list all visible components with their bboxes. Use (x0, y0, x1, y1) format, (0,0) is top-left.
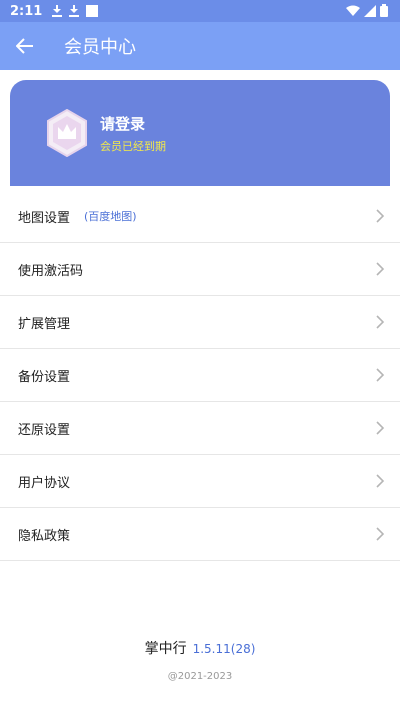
chevron-right-icon (376, 262, 385, 276)
page-title: 会员中心 (64, 37, 136, 58)
chevron-right-icon (376, 474, 385, 488)
membership-status: 会员已经到期 (100, 139, 166, 153)
app-version: 1.5.11(28) (192, 642, 256, 656)
app-bar: 会员中心 (0, 22, 400, 70)
menu-item-user-agreement[interactable]: 用户协议 (0, 455, 400, 508)
map-provider-hint: (百度地图) (84, 210, 137, 223)
download-icon (52, 5, 63, 17)
status-icons (346, 4, 388, 17)
arrow-left-icon (16, 38, 33, 54)
menu-item-backup[interactable]: 备份设置 (0, 349, 400, 402)
menu-item-label: 使用激活码 (18, 263, 84, 279)
menu-item-label: 隐私政策 (18, 528, 71, 544)
menu-item-map-settings[interactable]: 地图设置 (百度地图) (0, 190, 400, 243)
notification-icon (86, 5, 99, 17)
member-info: 请登录 会员已经到期 (100, 113, 166, 154)
login-title[interactable]: 请登录 (100, 113, 166, 134)
copyright: @2021-2023 (167, 671, 233, 682)
chevron-right-icon (376, 315, 385, 329)
crown-icon (47, 109, 87, 157)
settings-menu: 地图设置 (百度地图) 使用激活码 扩展管理 备份设置 还原设置 用户协议 隐私… (0, 190, 400, 561)
chevron-right-icon (376, 421, 385, 435)
member-card[interactable]: 请登录 会员已经到期 (10, 80, 390, 186)
status-bar: 2:11 (0, 0, 400, 22)
back-button[interactable] (0, 22, 50, 70)
chevron-right-icon (376, 209, 385, 223)
app-name: 掌中行 (144, 641, 187, 657)
chevron-right-icon (376, 527, 385, 541)
menu-item-restore[interactable]: 还原设置 (0, 402, 400, 455)
menu-item-label: 备份设置 (18, 369, 71, 385)
menu-item-label: 扩展管理 (18, 316, 71, 332)
menu-item-label: 还原设置 (18, 422, 71, 438)
chevron-right-icon (376, 368, 385, 382)
menu-item-label: 地图设置 (18, 210, 71, 226)
menu-item-extensions[interactable]: 扩展管理 (0, 296, 400, 349)
battery-icon (380, 4, 388, 17)
app-info: 掌中行 1.5.11(28) (0, 638, 400, 658)
wifi-icon (346, 5, 360, 16)
menu-item-privacy-policy[interactable]: 隐私政策 (0, 508, 400, 561)
download-icon (69, 5, 80, 17)
status-time: 2:11 (10, 3, 43, 19)
signal-icon (364, 4, 376, 17)
menu-item-activation-code[interactable]: 使用激活码 (0, 243, 400, 296)
menu-item-label: 用户协议 (18, 475, 71, 491)
